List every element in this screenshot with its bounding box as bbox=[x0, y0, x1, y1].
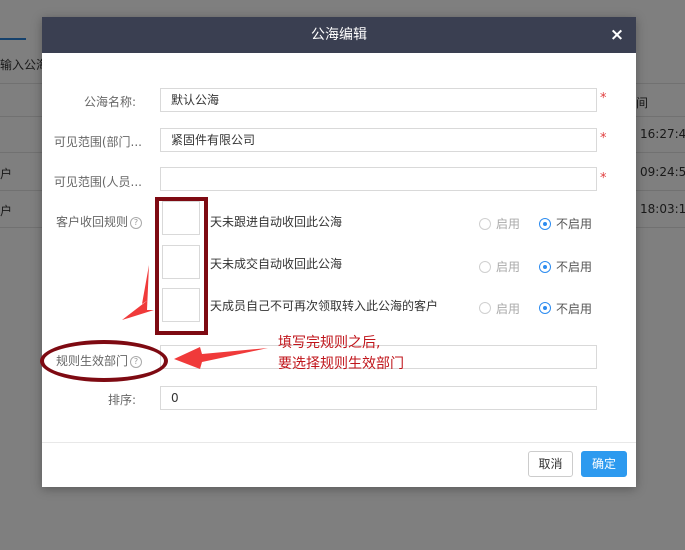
annotation-arrow-up bbox=[122, 265, 154, 320]
annotation-text-line1: 填写完规则之后, bbox=[278, 335, 381, 351]
annotation-text-line2: 要选择规则生效部门 bbox=[278, 356, 404, 372]
annotation-arrow-left bbox=[174, 347, 268, 369]
annotation-arrows bbox=[122, 265, 268, 369]
